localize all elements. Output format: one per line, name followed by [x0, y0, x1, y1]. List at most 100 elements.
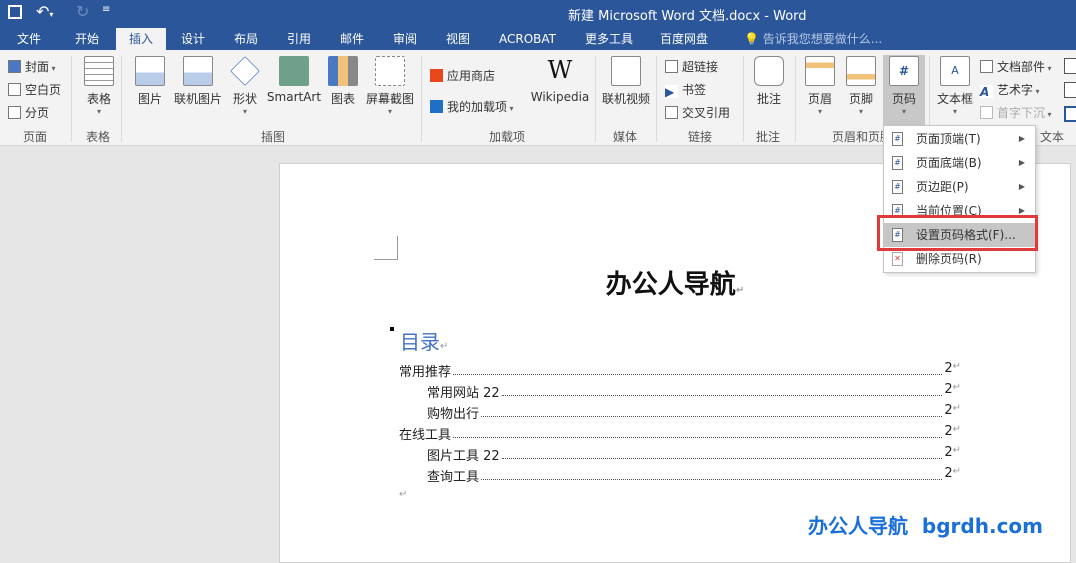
toc-entry[interactable]: 在线工具 2 ↵ — [399, 424, 961, 443]
wordart-button[interactable]: A 艺术字 ▾ — [980, 81, 1040, 99]
my-addins-button[interactable]: 我的加载项 ▾ — [430, 98, 514, 115]
menu-item-bottom-of-page[interactable]: # 页面底端(B) ▶ — [884, 151, 1035, 175]
watermark: 办公人导航 bgrdh.com — [808, 514, 1044, 538]
submenu-arrow-icon: ▶ — [1018, 158, 1025, 167]
object-icon[interactable] — [1064, 106, 1076, 122]
smartart-button[interactable]: SmartArt — [266, 56, 322, 104]
store-icon — [430, 69, 443, 82]
paragraph-mark: ↵ — [399, 489, 408, 500]
chart-button[interactable]: 图表 — [327, 56, 359, 107]
footer-button[interactable]: 页脚 ▾ — [843, 56, 879, 116]
page-bottom-icon: # — [892, 156, 903, 170]
online-picture-button[interactable]: 联机图片 — [170, 56, 226, 107]
page-top-icon: # — [892, 132, 903, 146]
highlight-box — [877, 215, 1038, 251]
comment-button[interactable]: 批注 — [750, 56, 788, 107]
group-label-tables: 表格 — [86, 130, 111, 144]
tab-home[interactable]: 开始 — [67, 28, 107, 50]
chart-icon — [328, 56, 358, 86]
group-label-pages: 页面 — [23, 130, 48, 144]
signature-icon[interactable] — [1064, 58, 1076, 74]
date-time-icon[interactable] — [1064, 82, 1076, 98]
shapes-icon — [230, 56, 260, 86]
tab-acrobat[interactable]: ACROBAT — [491, 28, 564, 50]
menu-item-top-of-page[interactable]: # 页面顶端(T) ▶ — [884, 127, 1035, 151]
page-break-button[interactable]: 分页 — [8, 104, 49, 121]
cover-icon — [8, 60, 21, 73]
online-video-icon — [611, 56, 641, 86]
toc-entry[interactable]: 查询工具 2 ↵ — [427, 466, 961, 485]
group-label-links: 链接 — [688, 130, 713, 144]
picture-icon — [135, 56, 165, 86]
hyperlink-button[interactable]: 超链接 — [665, 58, 718, 75]
tab-references[interactable]: 引用 — [279, 28, 319, 50]
submenu-arrow-icon: ▶ — [1018, 134, 1025, 143]
tab-design[interactable]: 设计 — [173, 28, 213, 50]
group-label-addins: 加载项 — [489, 130, 526, 144]
page-break-icon — [8, 106, 21, 119]
picture-button[interactable]: 图片 — [133, 56, 167, 107]
tab-layout[interactable]: 布局 — [226, 28, 266, 50]
table-icon — [84, 56, 114, 86]
wikipedia-button[interactable]: W Wikipedia — [528, 56, 592, 104]
blank-page-button[interactable]: 空白页 — [8, 81, 61, 98]
cover-page-button[interactable]: 封面 ▾ — [8, 58, 56, 75]
tab-view[interactable]: 视图 — [438, 28, 478, 50]
page-number-icon: # — [889, 56, 919, 86]
toc-heading: 目录↵ — [400, 330, 449, 354]
tab-more-tools[interactable]: 更多工具 — [577, 28, 641, 50]
textbox-icon: A — [940, 56, 970, 86]
table-button[interactable]: 表格 ▾ — [80, 56, 118, 116]
cross-reference-button[interactable]: 交叉引用 — [665, 104, 730, 121]
header-button[interactable]: 页眉 ▾ — [802, 56, 838, 116]
group-label-text: 文本 — [1040, 130, 1065, 144]
footer-icon — [846, 56, 876, 86]
hyperlink-icon — [665, 60, 678, 73]
online-video-button[interactable]: 联机视频 — [600, 56, 652, 107]
online-picture-icon — [183, 56, 213, 86]
shapes-button[interactable]: 形状 ▾ — [228, 56, 262, 116]
redo-icon[interactable]: ↻ — [76, 2, 89, 21]
bookmark-button[interactable]: ▶ 书签 — [665, 81, 706, 99]
page-number-button[interactable]: # 页码 ▾ — [883, 55, 925, 125]
tab-mailings[interactable]: 邮件 — [332, 28, 372, 50]
tab-baidu[interactable]: 百度网盘 — [652, 28, 716, 50]
menu-item-page-margins[interactable]: # 页边距(P) ▶ — [884, 175, 1035, 199]
tab-file[interactable]: 文件 — [9, 28, 49, 50]
screenshot-button[interactable]: 屏幕截图 ▾ — [363, 56, 417, 116]
drop-cap-button[interactable]: 首字下沉 ▾ — [980, 104, 1052, 121]
toc-entry[interactable]: 购物出行 2 ↵ — [427, 403, 961, 422]
header-icon — [805, 56, 835, 86]
group-label-media: 媒体 — [613, 130, 638, 144]
wikipedia-icon: W — [547, 56, 573, 84]
customize-icon[interactable]: ≡ — [102, 4, 110, 15]
remove-page-number-icon: ✕ — [892, 252, 903, 266]
store-button[interactable]: 应用商店 — [430, 67, 495, 84]
group-label-illustrations: 插图 — [261, 130, 286, 144]
bullet-mark — [390, 327, 394, 331]
undo-icon[interactable]: ↶▾ — [36, 2, 53, 21]
comment-icon — [754, 56, 784, 86]
tab-insert[interactable]: 插入 — [116, 28, 167, 50]
toc-entry[interactable]: 常用推荐 2 ↵ — [399, 361, 961, 380]
addins-icon — [430, 100, 443, 113]
bookmark-icon: ▶ — [665, 85, 678, 99]
tell-me-box[interactable]: 💡 告诉我您想要做什么... — [736, 28, 890, 50]
toc-entry[interactable]: 图片工具 22 2 ↵ — [427, 445, 961, 464]
submenu-arrow-icon: ▶ — [1018, 182, 1025, 191]
group-label-comments: 批注 — [756, 130, 781, 144]
quick-parts-button[interactable]: 文档部件 ▾ — [980, 58, 1052, 75]
cross-reference-icon — [665, 106, 678, 119]
save-icon[interactable] — [8, 5, 22, 19]
quick-parts-icon — [980, 60, 993, 73]
ribbon-tabs: 文件 开始 插入 设计 布局 引用 邮件 审阅 视图 ACROBAT 更多工具 … — [0, 28, 1076, 50]
tab-review[interactable]: 审阅 — [385, 28, 425, 50]
margin-mark — [374, 236, 398, 260]
tell-me-text: 告诉我您想要做什么... — [762, 32, 883, 46]
window-title: 新建 Microsoft Word 文档.docx - Word — [568, 9, 807, 24]
textbox-button[interactable]: A 文本框 ▾ — [934, 56, 976, 116]
blank-page-icon — [8, 83, 21, 96]
drop-cap-icon — [980, 106, 993, 119]
toc-entry[interactable]: 常用网站 22 2 ↵ — [427, 382, 961, 401]
lightbulb-icon: 💡 — [744, 32, 759, 46]
